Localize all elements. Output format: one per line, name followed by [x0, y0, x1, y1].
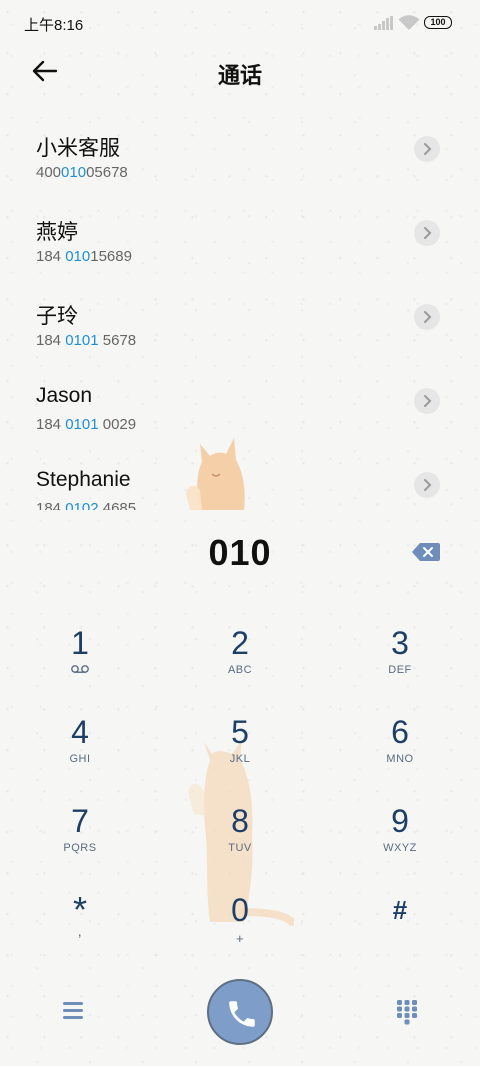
key-letters: WXYZ — [383, 842, 417, 854]
key-digit: 1 — [71, 625, 89, 661]
number-suffix: 05678 — [86, 164, 128, 181]
number-suffix: 15689 — [90, 248, 132, 265]
contact-number: 184 0102 4685 — [36, 500, 136, 510]
key-digit: 8 — [231, 803, 249, 839]
contact-row[interactable]: 子玲 184 0101 5678 — [0, 286, 480, 370]
key-letters: ABC — [227, 664, 253, 676]
number-match: 010 — [61, 164, 87, 181]
key-digit: * — [72, 889, 87, 930]
key-letters — [340, 931, 460, 945]
contact-name: 子玲 — [36, 305, 78, 328]
key-letters: TUV — [228, 842, 252, 854]
contact-number: 184 0101 5678 — [36, 332, 136, 349]
key-2[interactable]: 2 ABC — [180, 624, 300, 704]
key-3[interactable]: 3 DEF — [340, 624, 460, 704]
number-match: 0101 — [65, 332, 99, 349]
dialpad-icon[interactable] — [396, 999, 418, 1025]
contact-row[interactable]: Stephanie 184 0102 4685 — [0, 454, 480, 510]
status-bar: 上午8:16 100 — [0, 0, 480, 46]
key-6[interactable]: 6 MNO — [340, 713, 460, 793]
contact-name: 小米客服 — [36, 137, 120, 160]
key-8[interactable]: 8 TUV — [180, 802, 300, 882]
chevron-right-icon[interactable] — [414, 472, 440, 498]
number-match: 0101 — [65, 416, 99, 433]
number-match: 0102 — [65, 500, 99, 510]
call-button[interactable] — [207, 979, 273, 1045]
key-star[interactable]: * , — [20, 891, 140, 971]
contact-name: Stephanie — [36, 468, 131, 491]
voicemail-icon — [20, 664, 140, 678]
key-digit: 4 — [71, 714, 89, 750]
menu-icon[interactable] — [60, 998, 86, 1022]
key-digit: 6 — [391, 714, 409, 750]
key-7[interactable]: 7 PQRS — [20, 802, 140, 882]
backspace-icon[interactable] — [412, 543, 440, 561]
key-5[interactable]: 5 JKL — [180, 713, 300, 793]
contact-row[interactable]: 燕婷 184 01015689 — [0, 202, 480, 286]
battery-indicator: 100 — [424, 16, 452, 29]
number-prefix: 184 — [36, 500, 66, 510]
number-suffix: 0029 — [98, 416, 137, 433]
key-4[interactable]: 4 GHI — [20, 713, 140, 793]
key-digit: 5 — [231, 714, 249, 750]
key-1[interactable]: 1 — [20, 624, 140, 704]
key-digit: 3 — [391, 625, 409, 661]
key-letters: MNO — [386, 753, 414, 765]
top-bar: 通话 — [0, 46, 480, 98]
chevron-right-icon[interactable] — [414, 304, 440, 330]
contact-number: 184 0101 0029 — [36, 416, 136, 433]
key-9[interactable]: 9 WXYZ — [340, 802, 460, 882]
key-digit: 7 — [71, 803, 89, 839]
number-prefix: 184 — [36, 332, 66, 349]
key-letters: PQRS — [63, 842, 97, 854]
key-letters: DEF — [388, 664, 412, 676]
number-prefix: 184 — [36, 248, 66, 265]
chevron-right-icon[interactable] — [414, 220, 440, 246]
number-suffix: 5678 — [98, 332, 137, 349]
contact-number: 40001005678 — [36, 164, 128, 181]
contact-name: Jason — [36, 384, 93, 407]
chevron-right-icon[interactable] — [414, 388, 440, 414]
key-letters: GHI — [69, 753, 91, 765]
number-prefix: 400 — [36, 164, 62, 181]
key-digit: 2 — [231, 625, 249, 661]
chevron-right-icon[interactable] — [414, 136, 440, 162]
key-digit: # — [392, 895, 408, 925]
key-digit: 0 — [231, 892, 249, 928]
number-prefix: 184 — [36, 416, 66, 433]
number-match: 010 — [65, 248, 91, 265]
key-letters: , — [77, 923, 83, 939]
wifi-icon — [398, 15, 420, 30]
phone-icon — [229, 1001, 255, 1027]
page-title: 通话 — [217, 63, 262, 88]
contact-number: 184 01015689 — [36, 248, 132, 265]
contact-match-list: 小米客服 40001005678 燕婷 184 01015689 子玲 184 … — [0, 118, 480, 510]
key-letters: JKL — [229, 753, 251, 765]
key-hash[interactable]: # — [340, 891, 460, 971]
contact-row[interactable]: 小米客服 40001005678 — [0, 118, 480, 202]
key-letters: + — [235, 931, 245, 946]
key-0[interactable]: 0 + — [180, 891, 300, 971]
status-time: 上午8:16 — [24, 17, 84, 34]
key-digit: 9 — [391, 803, 409, 839]
contact-row[interactable]: Jason 184 0101 0029 — [0, 370, 480, 454]
number-suffix: 4685 — [98, 500, 137, 510]
signal-icon — [374, 16, 393, 30]
dialed-number: 010 — [208, 532, 272, 573]
contact-name: 燕婷 — [36, 221, 78, 244]
